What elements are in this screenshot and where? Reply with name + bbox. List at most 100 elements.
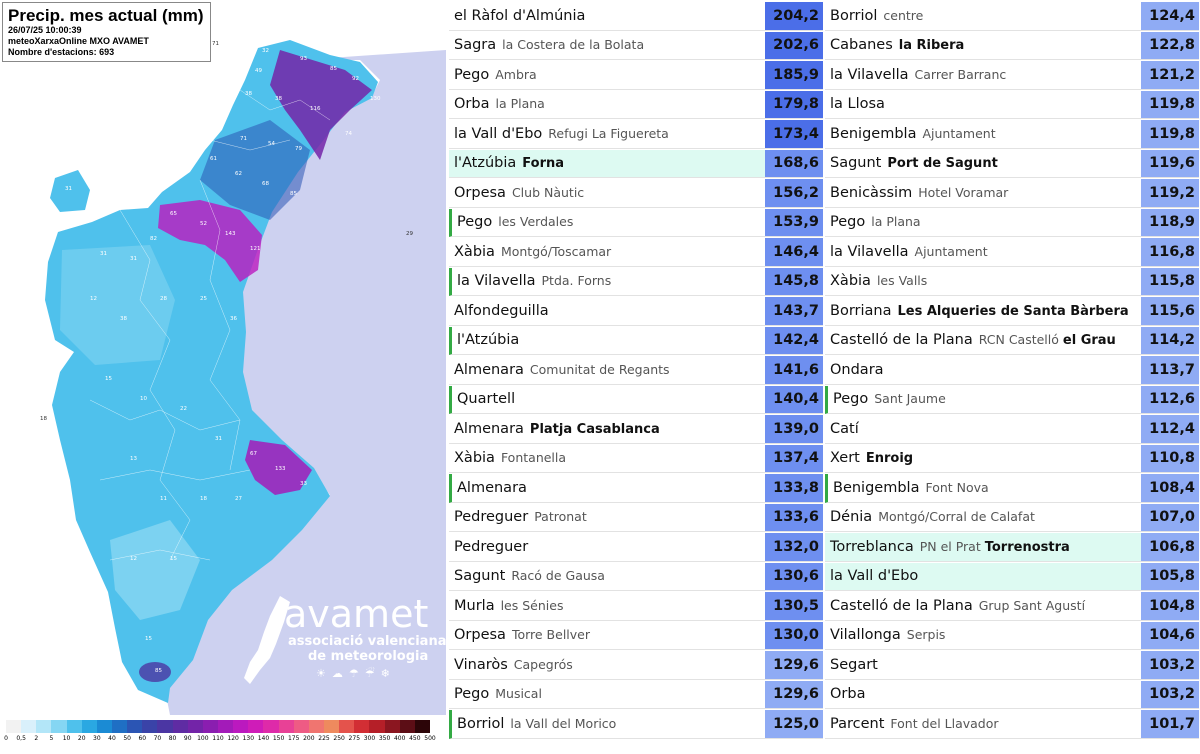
- station-location-detail: el Grau: [1062, 333, 1116, 349]
- legend-swatch: [127, 720, 143, 733]
- precipitation-value: 106,8: [1141, 533, 1199, 561]
- precipitation-value: 105,8: [1141, 562, 1199, 590]
- station-value-label: 22: [180, 406, 187, 412]
- ranking-row: la Vilavella Ptda. Forns 145,8: [449, 267, 823, 296]
- station-cell: Castelló de la Plana Grup Sant Agustí: [825, 598, 1141, 614]
- station-name: Pego: [454, 686, 490, 703]
- station-value-label: 68: [262, 181, 269, 187]
- station-cell: Orpesa Club Nàutic: [449, 185, 765, 201]
- station-location: les Verdales: [498, 214, 574, 230]
- station-cell: Sagunt Racó de Gausa: [449, 568, 765, 584]
- station-location: PN el Prat: [919, 538, 981, 554]
- station-cell: Orpesa Torre Bellver: [449, 627, 765, 643]
- legend-swatch: [21, 720, 37, 733]
- station-cell: la Vilavella Ajuntament: [825, 244, 1141, 260]
- precipitation-value: 145,8: [765, 267, 823, 295]
- station-cell: Sagunt Port de Sagunt: [825, 155, 1141, 171]
- map-header: Precip. mes actual (mm) 26/07/25 10:00:3…: [2, 2, 211, 62]
- station-value-label: 12: [90, 296, 97, 302]
- station-cell: el Ràfol d'Almúnia: [449, 8, 765, 24]
- legend-label: 250: [333, 735, 345, 742]
- station-value-label: 38: [275, 96, 282, 102]
- color-scale-legend: [6, 720, 430, 733]
- station-name: Pedreguer: [454, 538, 529, 555]
- station-location: Port de Sagunt: [887, 156, 998, 172]
- legend-label: 120: [227, 735, 239, 742]
- precipitation-value: 202,6: [765, 31, 823, 59]
- station-name: Ondara: [830, 361, 884, 378]
- station-value-label: 79: [295, 146, 302, 152]
- avamet-brand: avamet associació valenciana de meteorol…: [240, 592, 446, 692]
- precipitation-value: 185,9: [765, 61, 823, 89]
- station-name: Benicàssim: [830, 184, 913, 201]
- ranking-row: Dénia Montgó/Corral de Calafat 107,0: [825, 503, 1199, 532]
- precipitation-value: 141,6: [765, 356, 823, 384]
- legend-swatch: [248, 720, 264, 733]
- ranking-row: Benicàssim Hotel Voramar 119,2: [825, 179, 1199, 208]
- map-title: Precip. mes actual (mm): [8, 6, 204, 25]
- legend-label: 50: [123, 735, 131, 742]
- precipitation-value: 153,9: [765, 208, 823, 236]
- ranking-row: Ondara 113,7: [825, 356, 1199, 385]
- brand-line-2: de meteorologia: [308, 649, 429, 664]
- legend-swatch: [369, 720, 385, 733]
- legend-label: 0,5: [16, 735, 26, 742]
- station-value-label: 71: [212, 41, 219, 47]
- station-cell: Borriol la Vall del Morico: [452, 716, 765, 732]
- legend-label: 150: [272, 735, 285, 742]
- precipitation-value: 140,4: [765, 385, 823, 413]
- station-value-label: 36: [230, 316, 237, 322]
- map-station-count: Nombre d'estacions: 693: [8, 47, 115, 57]
- precipitation-value: 129,6: [765, 680, 823, 708]
- legend-label: 0: [4, 735, 8, 742]
- precipitation-value: 168,6: [765, 149, 823, 177]
- station-value-label: 130: [370, 96, 381, 102]
- station-value-label: 67: [250, 451, 257, 457]
- station-value-label: 38: [120, 316, 127, 322]
- station-cell: la Vall d'Ebo: [825, 568, 1141, 584]
- station-cell: Sagra la Costera de la Bolata: [449, 37, 765, 53]
- station-location: la Plana: [495, 96, 545, 112]
- ranking-row: Sagunt Port de Sagunt 119,6: [825, 149, 1199, 178]
- ranking-row: Borriol centre 124,4: [825, 2, 1199, 31]
- brand-name: avamet: [284, 592, 429, 636]
- ranking-row: Pego Ambra 185,9: [449, 61, 823, 90]
- precipitation-value: 119,2: [1141, 179, 1199, 207]
- legend-swatch: [172, 720, 188, 733]
- legend-label: 90: [183, 735, 192, 742]
- station-cell: Pego les Verdales: [452, 214, 765, 230]
- ranking-row: la Llosa 119,8: [825, 90, 1199, 119]
- precipitation-value: 125,0: [765, 710, 823, 738]
- station-location-detail: Torrenostra: [984, 539, 1070, 555]
- station-value-label: 65: [170, 211, 177, 217]
- precipitation-value: 104,8: [1141, 592, 1199, 620]
- station-cell: Benigembla Font Nova: [828, 480, 1141, 496]
- precipitation-value: 103,2: [1141, 651, 1199, 679]
- station-cell: Pego Ambra: [449, 67, 765, 83]
- station-location: Carrer Barranc: [914, 66, 1007, 82]
- station-value-label: 121: [250, 246, 261, 252]
- ranking-row: l'Atzúbia 142,4: [449, 326, 823, 355]
- ranking-row: la Vilavella Carrer Barranc 121,2: [825, 61, 1199, 90]
- station-value-label: 74: [345, 131, 352, 137]
- station-name: Catí: [830, 420, 859, 437]
- station-cell: l'Atzúbia: [452, 332, 765, 348]
- legend-label: 5: [49, 735, 54, 742]
- station-name: Torreblanca: [830, 538, 914, 555]
- station-location: Sant Jaume: [874, 391, 946, 407]
- map-source: meteoXarxaOnline MXO AVAMET: [8, 36, 149, 46]
- legend-swatch: [111, 720, 128, 733]
- station-name: Castelló de la Plana: [830, 332, 973, 349]
- station-cell: Quartell: [452, 391, 765, 407]
- station-value-label: 82: [150, 236, 157, 242]
- station-location: Ajuntament: [922, 125, 996, 141]
- station-value-label: 116: [310, 106, 321, 112]
- ranking-row: la Vall d'Ebo 105,8: [825, 562, 1199, 591]
- station-name: Sagunt: [830, 155, 882, 172]
- ranking-row: Borriana Les Alqueries de Santa Bàrbera 11…: [825, 297, 1199, 326]
- station-value-label: 15: [170, 556, 177, 562]
- station-name: Almenara: [454, 420, 524, 437]
- station-name: Borriol: [830, 7, 878, 24]
- legend-label: 130: [242, 735, 255, 742]
- precipitation-value: 179,8: [765, 90, 823, 118]
